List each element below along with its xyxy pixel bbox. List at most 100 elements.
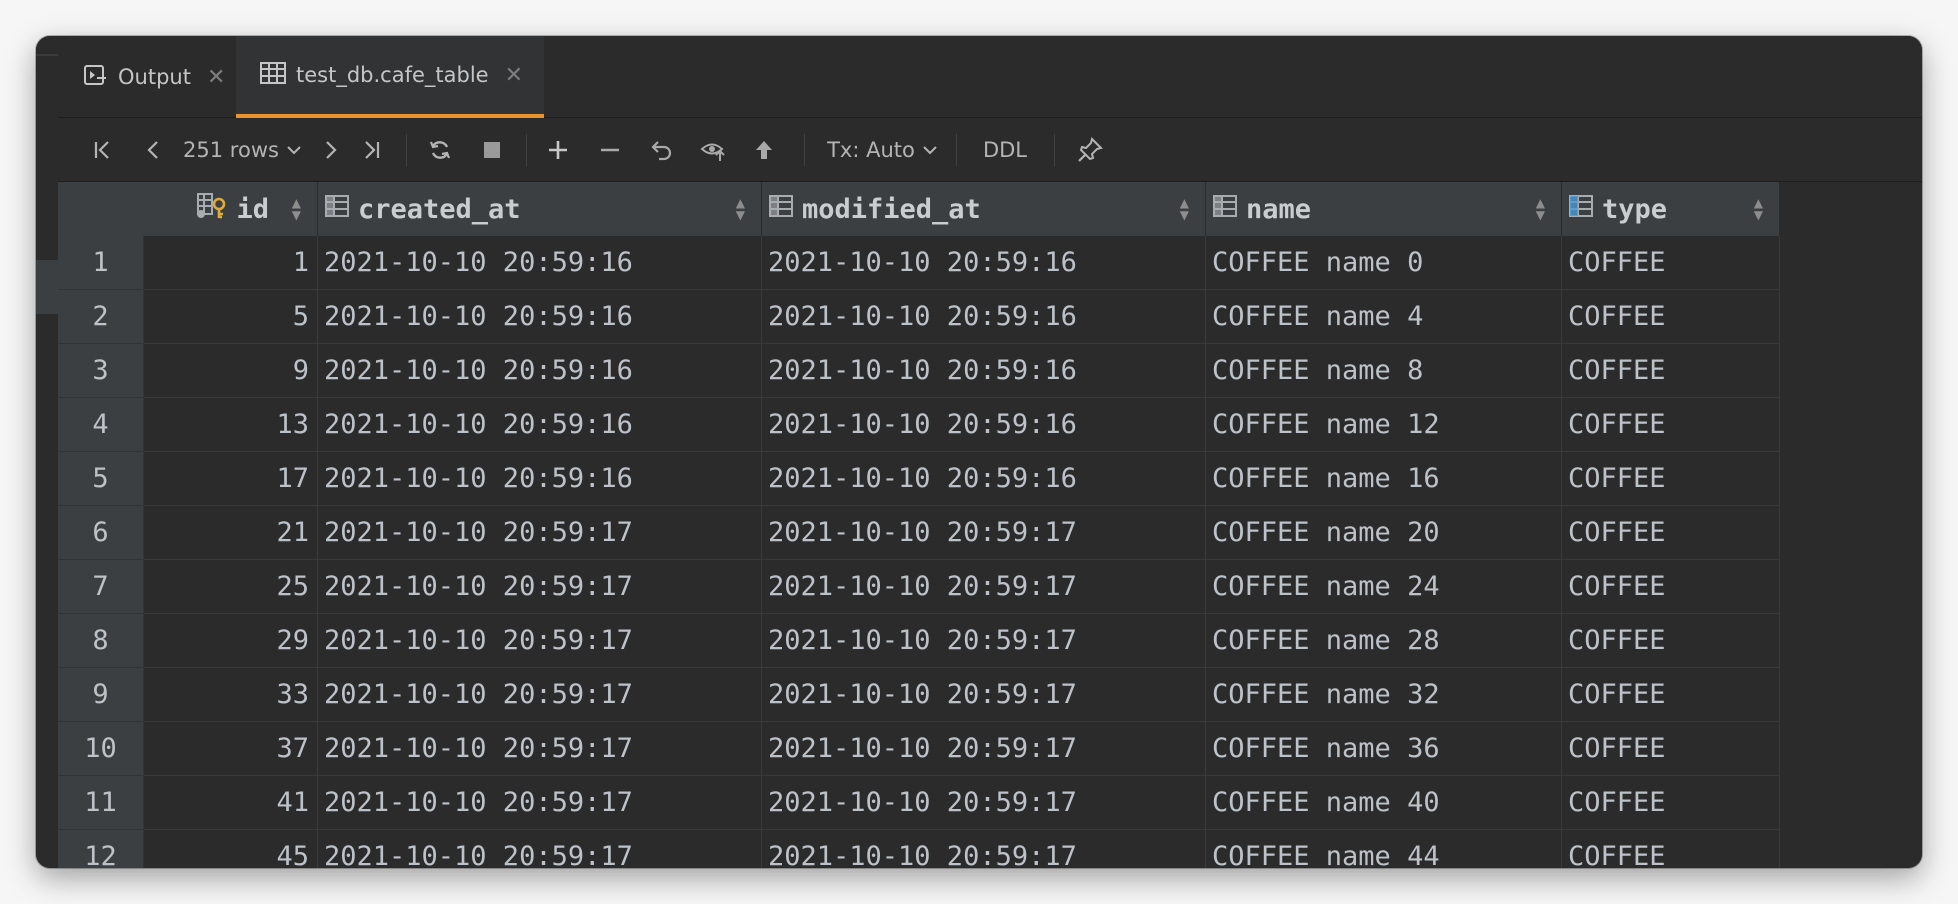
cell-modified-at[interactable]: 2021-10-10 20:59:16 — [762, 398, 1206, 452]
table-row[interactable]: 9 33 2021-10-10 20:59:17 2021-10-10 20:59:1… — [58, 668, 1780, 722]
next-page-button[interactable] — [310, 118, 350, 182]
cell-id[interactable]: 5 — [144, 290, 318, 344]
transaction-mode-dropdown[interactable]: Tx: Auto — [818, 118, 948, 182]
cell-id[interactable]: 13 — [144, 398, 318, 452]
cell-type[interactable]: COFFEE — [1562, 236, 1780, 290]
cell-name[interactable]: COFFEE name 44 — [1206, 830, 1562, 868]
table-row[interactable]: 8 29 2021-10-10 20:59:17 2021-10-10 20:59:1… — [58, 614, 1780, 668]
row-number-cell[interactable]: 12 — [58, 830, 144, 868]
cell-created-at[interactable]: 2021-10-10 20:59:16 — [318, 398, 762, 452]
cell-created-at[interactable]: 2021-10-10 20:59:17 — [318, 506, 762, 560]
cell-created-at[interactable]: 2021-10-10 20:59:16 — [318, 290, 762, 344]
previous-page-button[interactable] — [134, 118, 174, 182]
table-row[interactable]: 10 37 2021-10-10 20:59:17 2021-10-10 20:59:… — [58, 722, 1780, 776]
cell-id[interactable]: 1 — [144, 236, 318, 290]
cell-type[interactable]: COFFEE — [1562, 398, 1780, 452]
cell-modified-at[interactable]: 2021-10-10 20:59:17 — [762, 506, 1206, 560]
row-number-cell[interactable]: 4 — [58, 398, 144, 452]
sort-icon[interactable]: ▲ ▼ — [1754, 197, 1763, 221]
sort-icon[interactable]: ▲ ▼ — [736, 197, 745, 221]
rows-count-dropdown[interactable]: 251 rows — [178, 118, 308, 182]
cell-id[interactable]: 17 — [144, 452, 318, 506]
table-row[interactable]: 7 25 2021-10-10 20:59:17 2021-10-10 20:59:1… — [58, 560, 1780, 614]
cell-name[interactable]: COFFEE name 24 — [1206, 560, 1562, 614]
cell-id[interactable]: 33 — [144, 668, 318, 722]
column-header-created-at[interactable]: created_at ▲ ▼ — [318, 182, 762, 236]
sort-icon[interactable]: ▲ ▼ — [292, 197, 301, 221]
row-number-cell[interactable]: 11 — [58, 776, 144, 830]
cell-name[interactable]: COFFEE name 4 — [1206, 290, 1562, 344]
cell-id[interactable]: 29 — [144, 614, 318, 668]
cell-modified-at[interactable]: 2021-10-10 20:59:17 — [762, 830, 1206, 868]
cell-type[interactable]: COFFEE — [1562, 830, 1780, 868]
cell-name[interactable]: COFFEE name 16 — [1206, 452, 1562, 506]
cell-modified-at[interactable]: 2021-10-10 20:59:16 — [762, 344, 1206, 398]
cell-type[interactable]: COFFEE — [1562, 668, 1780, 722]
row-number-cell[interactable]: 3 — [58, 344, 144, 398]
column-header-id[interactable]: id ▲ ▼ — [144, 182, 318, 236]
delete-row-button[interactable] — [590, 118, 630, 182]
add-row-button[interactable] — [538, 118, 578, 182]
row-number-cell[interactable]: 10 — [58, 722, 144, 776]
table-row[interactable]: 2 5 2021-10-10 20:59:16 2021-10-10 20:59:16… — [58, 290, 1780, 344]
cell-modified-at[interactable]: 2021-10-10 20:59:17 — [762, 668, 1206, 722]
cell-modified-at[interactable]: 2021-10-10 20:59:16 — [762, 452, 1206, 506]
cell-created-at[interactable]: 2021-10-10 20:59:16 — [318, 344, 762, 398]
table-row[interactable]: 3 9 2021-10-10 20:59:16 2021-10-10 20:59:16… — [58, 344, 1780, 398]
cell-modified-at[interactable]: 2021-10-10 20:59:17 — [762, 776, 1206, 830]
table-row[interactable]: 1 1 2021-10-10 20:59:16 2021-10-10 20:59:16… — [58, 236, 1780, 290]
row-number-cell[interactable]: 8 — [58, 614, 144, 668]
cell-name[interactable]: COFFEE name 12 — [1206, 398, 1562, 452]
cell-name[interactable]: COFFEE name 8 — [1206, 344, 1562, 398]
stop-button[interactable] — [472, 118, 512, 182]
row-number-cell[interactable]: 6 — [58, 506, 144, 560]
cell-type[interactable]: COFFEE — [1562, 614, 1780, 668]
cell-id[interactable]: 37 — [144, 722, 318, 776]
row-number-cell[interactable]: 5 — [58, 452, 144, 506]
cell-modified-at[interactable]: 2021-10-10 20:59:16 — [762, 236, 1206, 290]
row-number-cell[interactable]: 2 — [58, 290, 144, 344]
table-row[interactable]: 11 41 2021-10-10 20:59:17 2021-10-10 20:59:… — [58, 776, 1780, 830]
column-header-type[interactable]: type ▲ ▼ — [1562, 182, 1780, 236]
cell-type[interactable]: COFFEE — [1562, 560, 1780, 614]
revert-button[interactable] — [642, 118, 682, 182]
cell-id[interactable]: 21 — [144, 506, 318, 560]
cell-created-at[interactable]: 2021-10-10 20:59:17 — [318, 614, 762, 668]
cell-name[interactable]: COFFEE name 20 — [1206, 506, 1562, 560]
first-page-button[interactable] — [82, 118, 122, 182]
cell-type[interactable]: COFFEE — [1562, 344, 1780, 398]
cell-modified-at[interactable]: 2021-10-10 20:59:17 — [762, 560, 1206, 614]
side-scroll-marker[interactable] — [36, 260, 58, 314]
refresh-button[interactable] — [420, 118, 460, 182]
cell-name[interactable]: COFFEE name 36 — [1206, 722, 1562, 776]
cell-id[interactable]: 45 — [144, 830, 318, 868]
table-row[interactable]: 6 21 2021-10-10 20:59:17 2021-10-10 20:59:1… — [58, 506, 1780, 560]
column-header-name[interactable]: name ▲ ▼ — [1206, 182, 1562, 236]
table-row[interactable]: 5 17 2021-10-10 20:59:16 2021-10-10 20:59:1… — [58, 452, 1780, 506]
cell-id[interactable]: 41 — [144, 776, 318, 830]
cell-modified-at[interactable]: 2021-10-10 20:59:17 — [762, 722, 1206, 776]
ddl-button[interactable]: DDL — [970, 118, 1040, 182]
cell-id[interactable]: 25 — [144, 560, 318, 614]
cell-created-at[interactable]: 2021-10-10 20:59:17 — [318, 668, 762, 722]
cell-name[interactable]: COFFEE name 32 — [1206, 668, 1562, 722]
cell-created-at[interactable]: 2021-10-10 20:59:17 — [318, 776, 762, 830]
row-number-cell[interactable]: 7 — [58, 560, 144, 614]
cell-created-at[interactable]: 2021-10-10 20:59:17 — [318, 560, 762, 614]
sort-icon[interactable]: ▲ ▼ — [1536, 197, 1545, 221]
column-header-modified-at[interactable]: modified_at ▲ ▼ — [762, 182, 1206, 236]
submit-button[interactable] — [744, 118, 784, 182]
cell-created-at[interactable]: 2021-10-10 20:59:17 — [318, 722, 762, 776]
cell-type[interactable]: COFFEE — [1562, 290, 1780, 344]
tab-cafe-table[interactable]: test_db.cafe_table ✕ — [236, 36, 544, 118]
close-icon[interactable]: ✕ — [207, 65, 225, 90]
cell-id[interactable]: 9 — [144, 344, 318, 398]
cell-type[interactable]: COFFEE — [1562, 506, 1780, 560]
sort-icon[interactable]: ▲ ▼ — [1180, 197, 1189, 221]
cell-name[interactable]: COFFEE name 28 — [1206, 614, 1562, 668]
cell-created-at[interactable]: 2021-10-10 20:59:17 — [318, 830, 762, 868]
preview-pending-changes-button[interactable] — [692, 118, 736, 182]
row-number-cell[interactable]: 1 — [58, 236, 144, 290]
table-row[interactable]: 12 45 2021-10-10 20:59:17 2021-10-10 20:59:… — [58, 830, 1780, 868]
cell-type[interactable]: COFFEE — [1562, 776, 1780, 830]
